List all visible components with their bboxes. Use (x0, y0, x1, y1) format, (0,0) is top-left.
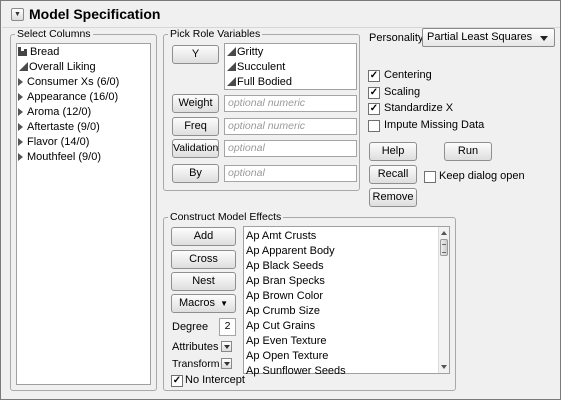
macros-button[interactable]: Macros ▼ (171, 294, 236, 313)
weight-role-button[interactable]: Weight (172, 94, 219, 113)
standardize-x-label: Standardize X (384, 102, 454, 114)
freq-role-button[interactable]: Freq (172, 117, 219, 136)
scaling-label: Scaling (384, 86, 421, 98)
recall-button[interactable]: Recall (369, 165, 417, 184)
by-role-button[interactable]: By (172, 164, 219, 183)
effects-list[interactable]: Ap Amt Crusts Ap Apparent Body Ap Black … (243, 226, 450, 377)
select-columns-legend: Select Columns (15, 28, 93, 41)
personality-label: Personality: (369, 32, 427, 44)
macros-label: Macros (178, 297, 216, 309)
help-button[interactable]: Help (369, 142, 417, 161)
expand-arrow-icon[interactable] (18, 153, 23, 161)
expand-arrow-icon[interactable] (18, 78, 23, 86)
list-item[interactable]: Ap Even Texture (244, 334, 449, 349)
degree-input[interactable]: 2 (219, 318, 236, 336)
attributes-dropdown-icon[interactable] (221, 341, 232, 352)
list-item[interactable]: Bread (17, 45, 150, 60)
y-role-list[interactable]: Gritty Succulent Full Bodied (224, 43, 357, 90)
list-item[interactable]: Ap Cut Grains (244, 319, 449, 334)
construct-effects-legend: Construct Model Effects (168, 211, 284, 224)
by-field[interactable]: optional (224, 165, 357, 182)
personality-value: Partial Least Squares (427, 31, 533, 43)
transform-label: Transform (172, 358, 220, 370)
y-role-button[interactable]: Y (172, 45, 219, 64)
list-item[interactable]: Flavor (14/0) (17, 135, 150, 150)
attributes-label: Attributes (172, 341, 219, 353)
expand-arrow-icon[interactable] (18, 123, 23, 131)
list-item[interactable]: Overall Liking (17, 60, 150, 75)
degree-label: Degree (172, 321, 209, 333)
list-item[interactable]: Ap Amt Crusts (244, 229, 449, 244)
construct-model-effects-panel: Construct Model Effects Add Cross Nest M… (163, 211, 456, 391)
select-columns-panel: Select Columns Bread Overall Liking Cons… (10, 28, 157, 391)
window-title: Model Specification (29, 6, 161, 22)
list-item[interactable]: Aroma (12/0) (17, 105, 150, 120)
transform-dropdown-icon[interactable] (221, 358, 232, 369)
cross-button[interactable]: Cross (171, 250, 236, 269)
effects-scrollbar[interactable] (438, 227, 449, 373)
centering-checkbox[interactable]: ✓ (368, 70, 380, 82)
column-list[interactable]: Bread Overall Liking Consumer Xs (6/0) A… (16, 43, 151, 385)
list-item[interactable]: Ap Open Texture (244, 349, 449, 364)
expand-arrow-icon[interactable] (18, 93, 23, 101)
scroll-up-icon[interactable] (441, 231, 447, 235)
outline-menu-icon[interactable]: ▼ (11, 8, 24, 21)
impute-missing-label: Impute Missing Data (384, 119, 485, 131)
weight-field[interactable]: optional numeric (224, 95, 357, 112)
list-item[interactable]: Ap Bran Specks (244, 274, 449, 289)
continuous-column-icon (18, 47, 28, 56)
list-item[interactable]: Ap Sunflower Seeds (244, 364, 449, 379)
impute-missing-checkbox[interactable] (368, 120, 380, 132)
add-button[interactable]: Add (171, 227, 236, 246)
validation-field[interactable]: optional (224, 140, 357, 157)
list-item[interactable]: Ap Crumb Size (244, 304, 449, 319)
standardize-x-checkbox[interactable]: ✓ (368, 103, 380, 115)
continuous-triangle-icon (227, 47, 236, 56)
scroll-thumb[interactable] (440, 239, 448, 256)
list-item[interactable]: Appearance (16/0) (17, 90, 150, 105)
scroll-down-icon[interactable] (441, 365, 447, 369)
pick-role-legend: Pick Role Variables (168, 28, 263, 41)
list-item[interactable]: Ap Apparent Body (244, 244, 449, 259)
list-item[interactable]: Ap Black Seeds (244, 259, 449, 274)
list-item[interactable]: Gritty (225, 45, 356, 60)
list-item[interactable]: Full Bodied (225, 75, 356, 90)
centering-label: Centering (384, 69, 432, 81)
list-item[interactable]: Mouthfeel (9/0) (17, 150, 150, 165)
expand-arrow-icon[interactable] (18, 138, 23, 146)
scaling-checkbox[interactable]: ✓ (368, 87, 380, 99)
chevron-down-icon (540, 36, 548, 41)
list-item[interactable]: Succulent (225, 60, 356, 75)
list-item[interactable]: Ap Brown Color (244, 289, 449, 304)
no-intercept-checkbox[interactable]: ✓ (171, 375, 183, 387)
no-intercept-label: No Intercept (185, 374, 245, 386)
personality-select[interactable]: Partial Least Squares (422, 28, 555, 47)
remove-button[interactable]: Remove (369, 188, 417, 207)
nest-button[interactable]: Nest (171, 272, 236, 291)
freq-field[interactable]: optional numeric (224, 118, 357, 135)
validation-role-button[interactable]: Validation (172, 139, 219, 158)
continuous-triangle-icon (19, 62, 28, 71)
keep-dialog-open-checkbox[interactable] (424, 171, 436, 183)
list-item[interactable]: Consumer Xs (6/0) (17, 75, 150, 90)
expand-arrow-icon[interactable] (18, 108, 23, 116)
run-button[interactable]: Run (444, 142, 492, 161)
title-bar: ▼ Model Specification (2, 2, 560, 28)
keep-dialog-open-label: Keep dialog open (439, 170, 525, 182)
list-item[interactable]: Aftertaste (9/0) (17, 120, 150, 135)
chevron-down-icon: ▼ (220, 299, 229, 308)
pick-role-variables-panel: Pick Role Variables Y Gritty Succulent F… (163, 28, 360, 191)
model-specification-window: ▼ Model Specification Select Columns Bre… (0, 0, 561, 400)
continuous-triangle-icon (227, 77, 236, 86)
continuous-triangle-icon (227, 62, 236, 71)
